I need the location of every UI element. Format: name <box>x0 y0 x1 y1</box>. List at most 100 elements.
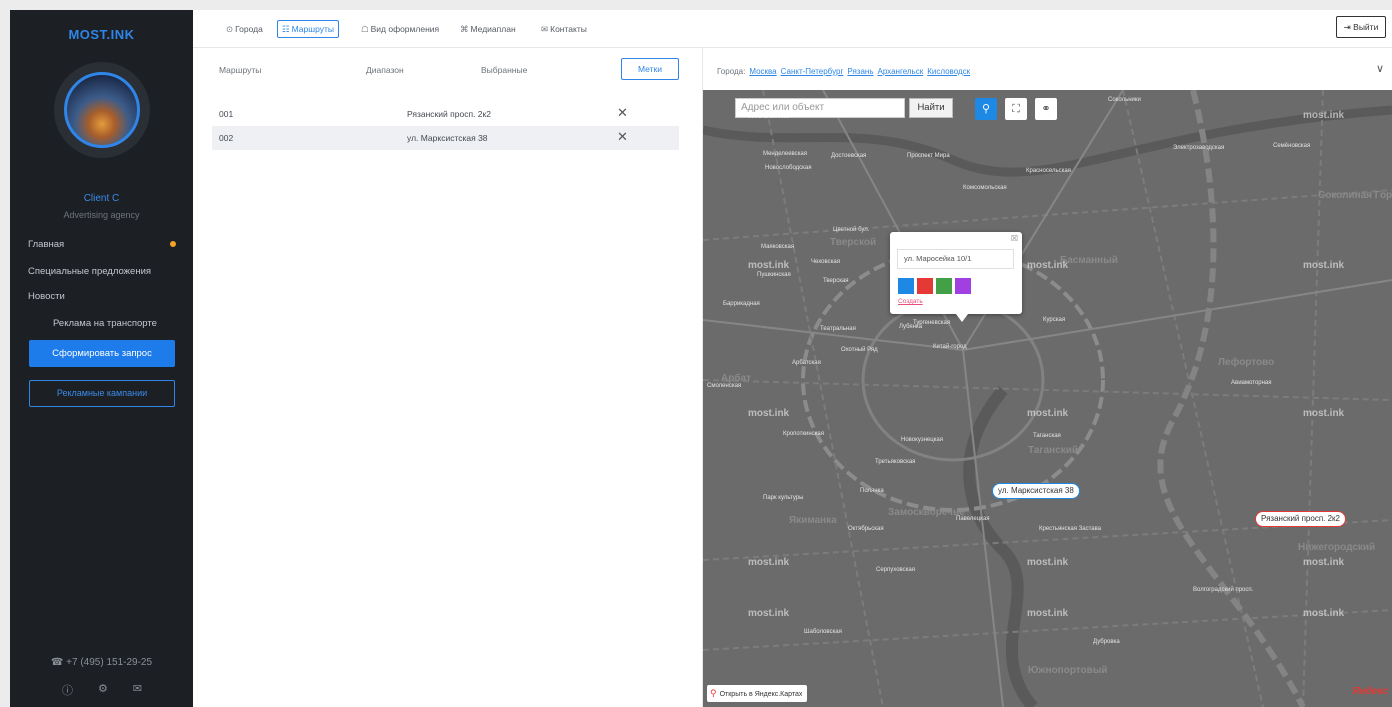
tab-label: Контакты <box>550 24 587 34</box>
map-label: Проспект Мира <box>907 153 950 159</box>
sidebar-item-transport-ads[interactable]: Реклама на транспорте <box>53 318 157 329</box>
column-header-routes: Маршруты <box>219 65 262 75</box>
column-header-selected: Выбранные <box>481 65 528 75</box>
city-link-spb[interactable]: Санкт-Петербург <box>781 67 844 76</box>
map-label: Третьяковская <box>875 459 916 465</box>
district-label: Лефортово <box>1218 357 1275 368</box>
fullscreen-icon[interactable]: ⛶ <box>1005 98 1027 120</box>
city-link-arkhangelsk[interactable]: Архангельск <box>877 67 923 76</box>
logo[interactable]: MOST.INK <box>10 27 193 42</box>
tab-cities[interactable]: ⊙ Города <box>222 20 267 38</box>
map-label: Менделеевская <box>763 151 807 157</box>
watermark: most.ink <box>748 260 790 271</box>
color-swatch-blue[interactable] <box>898 278 914 294</box>
table-row[interactable]: 002 ул. Марксистская 38 ✕ <box>212 126 679 150</box>
tags-button[interactable]: Метки <box>621 58 679 80</box>
watermark: most.ink <box>748 557 790 568</box>
city-link-moscow[interactable]: Москва <box>749 67 776 76</box>
link-icon[interactable]: ⚭ <box>1035 98 1057 120</box>
map-label: Смоленская <box>707 383 742 389</box>
delete-icon[interactable]: ✕ <box>617 105 628 121</box>
color-swatch-green[interactable] <box>936 278 952 294</box>
location-pin-icon: ⚲ <box>710 688 717 698</box>
map-label: Дубровка <box>1093 639 1120 645</box>
map-label: Семёновская <box>1273 143 1311 149</box>
map-label: Чеховская <box>811 259 840 265</box>
tag-popup: ☒ ул. Маросейка 10/1 Создать <box>890 232 1022 322</box>
watermark: most.ink <box>1303 608 1345 619</box>
watermark: most.ink <box>1303 557 1345 568</box>
map-marker-blue[interactable]: ул. Марксистская 38 <box>992 483 1080 499</box>
map-label: Баррикадная <box>723 301 760 307</box>
map-label: Полянка <box>860 488 884 494</box>
map-label: Электрозаводская <box>1173 145 1225 151</box>
mail-icon: ✉ <box>541 24 549 34</box>
notification-dot <box>170 241 176 247</box>
map-label: Серпуховская <box>876 567 915 573</box>
map-label: Павелецкая <box>956 516 990 522</box>
district-label: Тверской <box>830 237 877 248</box>
tag-address-input[interactable]: ул. Маросейка 10/1 <box>897 249 1014 269</box>
tab-label: Вид оформления <box>370 24 440 34</box>
watermark: most.ink <box>1303 260 1345 271</box>
help-icon[interactable]: ⓘ <box>62 682 73 698</box>
close-icon[interactable]: ☒ <box>1011 234 1018 243</box>
tab-contacts[interactable]: ✉ Контакты <box>537 20 591 38</box>
watermark: most.ink <box>1027 557 1069 568</box>
open-yandex-label: Открыть в Яндекс.Картах <box>719 691 803 698</box>
map-label: Достоевская <box>831 153 867 159</box>
map-marker-red[interactable]: Рязанский просп. 2к2 <box>1255 511 1347 527</box>
map-label: Комсомольская <box>963 185 1007 191</box>
map-label: Крестьянская Застава <box>1039 526 1102 532</box>
color-swatch-red[interactable] <box>917 278 933 294</box>
watermark: most.ink <box>1027 260 1069 271</box>
routes-panel: Маршруты Диапазон Выбранные Метки 001 Ря… <box>193 48 703 707</box>
district-label: Южнопортовый <box>1028 665 1108 676</box>
avatar[interactable] <box>64 72 140 148</box>
route-id: 002 <box>219 133 234 143</box>
yandex-logo: Яндекс <box>1352 686 1388 697</box>
logout-button[interactable]: ⇥ Выйти <box>1336 16 1386 38</box>
delete-icon[interactable]: ✕ <box>617 129 628 145</box>
sidebar-item-special-offers[interactable]: Специальные предложения <box>28 266 151 277</box>
create-link[interactable]: Создать <box>898 298 923 305</box>
district-label: Басманный <box>1060 255 1118 266</box>
map-label: Арбатская <box>792 360 821 366</box>
settings-icon[interactable]: ⚙ <box>98 682 108 698</box>
map-label: Новокузнецкая <box>901 437 943 443</box>
create-request-button[interactable]: Сформировать запрос <box>29 340 175 367</box>
open-yandex-maps-link[interactable]: ⚲ Открыть в Яндекс.Картах <box>707 685 808 702</box>
route-address: Рязанский просп. 2к2 <box>407 109 491 119</box>
watermark: most.ink <box>1303 110 1345 121</box>
city-link-ryazan[interactable]: Рязань <box>847 67 873 76</box>
location-pin-icon[interactable]: ⚲ <box>975 98 997 120</box>
district-label: Нижегородский <box>1298 542 1376 553</box>
mail-icon[interactable]: ✉ <box>133 682 142 698</box>
watermark: most.ink <box>748 408 790 419</box>
table-row[interactable]: 001 Рязанский просп. 2к2 ✕ <box>212 102 679 126</box>
map[interactable]: Адрес или объект Найти ⚲ ⛶ ⚭ Тверской Ба… <box>703 90 1392 707</box>
watermark: most.ink <box>1027 608 1069 619</box>
routes-icon: ☷ <box>282 24 290 34</box>
ad-campaigns-button[interactable]: Рекламные кампании <box>29 380 175 407</box>
tab-routes[interactable]: ☷ Маршруты <box>277 20 339 38</box>
tab-label: Города <box>235 24 263 34</box>
tab-design[interactable]: ☖ Вид оформления <box>357 20 443 38</box>
map-label: Маяковская <box>761 244 795 250</box>
top-navigation: ⊙ Города ☷ Маршруты ☖ Вид оформления ⌘ Медиа… <box>193 10 1392 48</box>
phone-number[interactable]: ☎ +7 (495) 151-29-25 <box>10 657 193 668</box>
city-link-kislovodsk[interactable]: Кисловодск <box>927 67 970 76</box>
sidebar-item-home[interactable]: Главная <box>28 239 64 250</box>
user-name: Client C <box>83 193 120 204</box>
map-label: Лубянка <box>899 324 923 330</box>
sidebar-item-news[interactable]: Новости <box>28 291 65 302</box>
tab-mediaplan[interactable]: ⌘ Медиаплан <box>456 20 520 38</box>
map-label: Курская <box>1043 317 1066 323</box>
color-swatch-purple[interactable] <box>955 278 971 294</box>
tab-label: Медиаплан <box>470 24 516 34</box>
map-search-button[interactable]: Найти <box>909 98 953 118</box>
district-label: Якиманка <box>789 515 837 526</box>
map-label: Новослободская <box>765 165 812 171</box>
chevron-down-icon[interactable]: ∨ <box>1376 62 1384 75</box>
app-frame: MOST.INK Client C Advertising agency Гла… <box>10 10 1392 707</box>
